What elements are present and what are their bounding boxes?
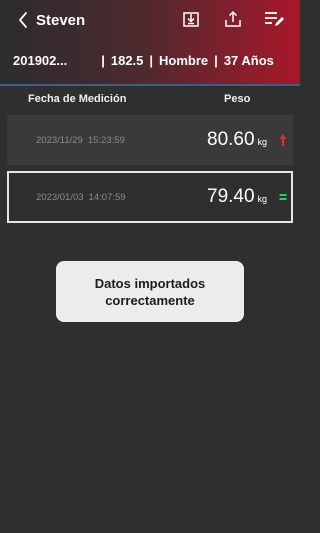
measurement-time: 14:07:59: [88, 192, 126, 203]
download-icon[interactable]: [181, 9, 201, 29]
edit-list-icon[interactable]: [263, 9, 284, 29]
weight-unit: kg: [257, 137, 268, 147]
weight-value: 80.60 kg: [207, 129, 267, 151]
header-divider: [0, 84, 300, 86]
measurement-date: 2023/01/03: [36, 192, 84, 203]
weight-number: 80.60: [207, 129, 255, 150]
profile-id: 201902...: [13, 53, 68, 68]
toast-notification: Datos importados correctamente: [56, 261, 244, 322]
measurement-datetime: 2023/11/29 15:23:59: [36, 135, 125, 146]
share-icon[interactable]: [223, 9, 243, 29]
date-column-header: Fecha de Medición: [28, 93, 127, 105]
measurement-date: 2023/11/29: [36, 135, 83, 146]
chevron-left-icon: [18, 11, 28, 29]
app-header: Steven 201902... | 182.5 | Hombre | 37 Años: [0, 0, 300, 84]
profile-info: 201902... | 182.5 | Hombre | 37 Años: [13, 53, 293, 68]
measurement-datetime: 2023/01/03 14:07:59: [36, 192, 126, 203]
separator: |: [149, 53, 154, 68]
measurement-time: 15:23:59: [87, 135, 125, 146]
separator: |: [214, 53, 218, 68]
separator: |: [101, 53, 105, 68]
profile-height: 182.5: [110, 53, 144, 68]
equal-icon: [279, 190, 287, 204]
weight-value: 79.40 kg: [207, 186, 267, 208]
profile-gender: Hombre: [159, 53, 209, 68]
toast-message: Datos importados correctamente: [94, 275, 206, 308]
weight-unit: kg: [257, 194, 268, 204]
back-button[interactable]: Steven: [18, 8, 85, 32]
arrow-up-icon: [279, 133, 287, 147]
profile-age: 37 Años: [223, 53, 274, 68]
weight-number: 79.40: [207, 186, 255, 207]
table-row[interactable]: 2023/11/29 15:23:59 80.60 kg: [7, 115, 293, 165]
weight-column-header: Peso: [224, 93, 251, 105]
user-name: Steven: [36, 11, 86, 29]
table-row[interactable]: 2023/01/03 14:07:59 79.40 kg: [7, 171, 293, 223]
